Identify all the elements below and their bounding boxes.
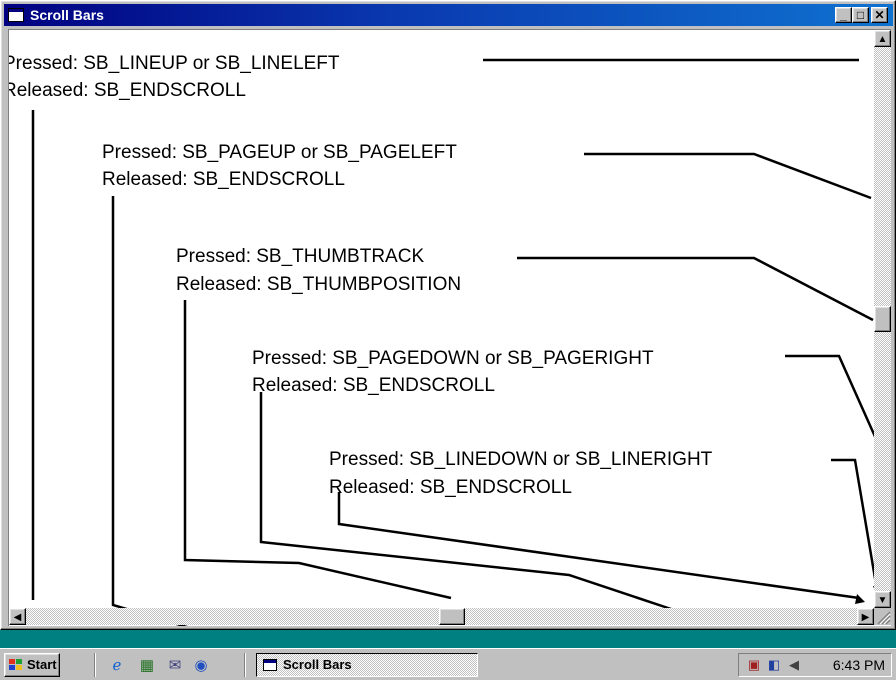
ie-icon[interactable]: ℯ (108, 657, 126, 675)
scroll-right-button[interactable]: ▶ (857, 608, 874, 625)
connector-linedown (831, 458, 879, 591)
minimize-button[interactable]: _ (835, 7, 852, 23)
label-linedown-released: Released: SB_ENDSCROLL (329, 477, 572, 498)
network-icon[interactable]: ◧ (765, 657, 783, 673)
label-thumb-released: Released: SB_THUMBPOSITION (176, 274, 462, 295)
label-thumb-pressed: Pressed: SB_THUMBTRACK (176, 246, 425, 267)
app-window: Scroll Bars _ □ ✕ Pressed: SB_LINEUP or … (0, 0, 896, 630)
label-pagedown-released: Released: SB_ENDSCROLL (252, 375, 495, 396)
title-bar[interactable]: Scroll Bars _ □ ✕ (4, 4, 893, 26)
scroll-left-button[interactable]: ◀ (9, 608, 26, 625)
connector-pageup (584, 152, 872, 200)
connector-pagedown (785, 354, 883, 451)
label-linedown-pressed: Pressed: SB_LINEDOWN or SB_LINERIGHT (329, 449, 713, 470)
close-button[interactable]: ✕ (871, 7, 888, 23)
start-label: Start (27, 657, 57, 672)
window-icon[interactable] (8, 8, 24, 22)
vertical-thumb[interactable] (874, 306, 891, 332)
connector-lineright (337, 492, 860, 600)
scroll-up-button[interactable]: ▲ (874, 30, 891, 47)
scroll-down-button[interactable]: ▼ (874, 591, 891, 608)
scheduler-icon[interactable]: ▣ (745, 657, 763, 673)
outlook-icon[interactable]: ✉ (166, 657, 184, 675)
label-pagedown-pressed: Pressed: SB_PAGEDOWN or SB_PAGERIGHT (252, 348, 654, 369)
taskbar: Start ℯ ▦ ✉ ◉ Scroll Bars ▣ ◧ ◀ 6:43 PM (0, 648, 896, 680)
taskbar-button-label: Scroll Bars (283, 657, 352, 672)
clock[interactable]: 6:43 PM (833, 654, 885, 676)
desktop-icon[interactable]: ▦ (138, 657, 156, 675)
label-pageup-released: Released: SB_ENDSCROLL (102, 169, 345, 190)
window-icon (263, 659, 277, 671)
client-area: Pressed: SB_LINEUP or SB_LINELEFT Releas… (8, 29, 891, 626)
label-pageup-pressed: Pressed: SB_PAGEUP or SB_PAGELEFT (102, 142, 457, 163)
connector-pageright (259, 392, 675, 612)
resize-grip-icon (877, 611, 891, 625)
horizontal-scrollbar[interactable]: ◀ ▶ (9, 608, 874, 625)
taskbar-separator (94, 653, 96, 677)
volume-icon[interactable]: ◀ (785, 657, 803, 673)
label-lineup-pressed: Pressed: SB_LINEUP or SB_LINELEFT (8, 53, 340, 74)
taskbar-separator (244, 653, 246, 677)
windows-logo-icon (9, 659, 22, 670)
maximize-button[interactable]: □ (852, 7, 869, 23)
channels-icon[interactable]: ◉ (192, 657, 210, 675)
horizontal-thumb[interactable] (439, 608, 465, 625)
vertical-scrollbar[interactable]: ▲ ▼ (874, 30, 891, 608)
start-button[interactable]: Start (4, 653, 60, 677)
connector-thumbtrack (517, 256, 874, 322)
window-title: Scroll Bars (30, 7, 104, 23)
size-grip[interactable] (874, 608, 891, 625)
connector-lines (31, 58, 883, 626)
system-tray: ▣ ◧ ◀ 6:43 PM (738, 653, 892, 677)
taskbar-button-scroll-bars[interactable]: Scroll Bars (256, 653, 478, 677)
label-lineup-released: Released: SB_ENDSCROLL (8, 80, 246, 101)
